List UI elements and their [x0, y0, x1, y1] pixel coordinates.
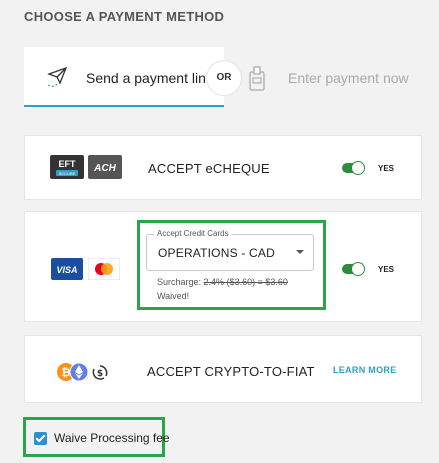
- surcharge-text: Surcharge: 2.4% ($3.60) = $3.60: [157, 277, 288, 287]
- svg-text:₿: ₿: [62, 366, 71, 379]
- ach-badge-icon: ACH: [88, 155, 122, 179]
- echeque-title: ACCEPT eCHEQUE: [148, 161, 270, 176]
- echeque-toggle-label: YES: [378, 164, 395, 173]
- tab-enter-payment-now-label: Enter payment now: [288, 70, 409, 86]
- visa-icon: VISA: [51, 258, 83, 280]
- waive-fee-label[interactable]: Waive Processing fee: [54, 431, 170, 445]
- svg-text:SECURE: SECURE: [59, 171, 76, 176]
- paper-plane-icon: [47, 66, 68, 87]
- credit-select-legend: Accept Credit Cards: [154, 229, 232, 238]
- credit-toggle[interactable]: [342, 263, 364, 275]
- chevron-down-icon[interactable]: [296, 250, 304, 254]
- svg-text:VISA: VISA: [56, 265, 77, 275]
- tab-send-payment-link[interactable]: Send a payment link: [24, 47, 224, 107]
- section-heading: CHOOSE A PAYMENT METHOD: [24, 9, 225, 24]
- learn-more-link[interactable]: LEARN MORE: [333, 365, 397, 375]
- credit-toggle-label: YES: [378, 265, 395, 274]
- surcharge-amount: 2.4% ($3.60) = $3.60: [203, 277, 288, 287]
- card-reader-icon: [249, 66, 265, 91]
- svg-text:$: $: [97, 369, 103, 379]
- or-divider: OR: [207, 61, 241, 95]
- crypto-title: ACCEPT CRYPTO-TO-FIAT: [147, 364, 315, 379]
- eft-badge-icon: EFT SECURE: [50, 155, 84, 179]
- crypto-coins-icon: ₿ $: [57, 362, 108, 382]
- mastercard-icon: [88, 258, 120, 280]
- waive-fee-checkbox[interactable]: [34, 432, 47, 445]
- echeque-toggle[interactable]: [342, 162, 364, 174]
- svg-text:EFT: EFT: [59, 159, 77, 169]
- svg-text:ACH: ACH: [93, 163, 116, 174]
- waived-text: Waived!: [157, 291, 190, 301]
- credit-select-value: OPERATIONS - CAD: [158, 246, 275, 260]
- tab-send-payment-link-label: Send a payment link: [86, 70, 213, 86]
- surcharge-prefix: Surcharge:: [157, 277, 202, 287]
